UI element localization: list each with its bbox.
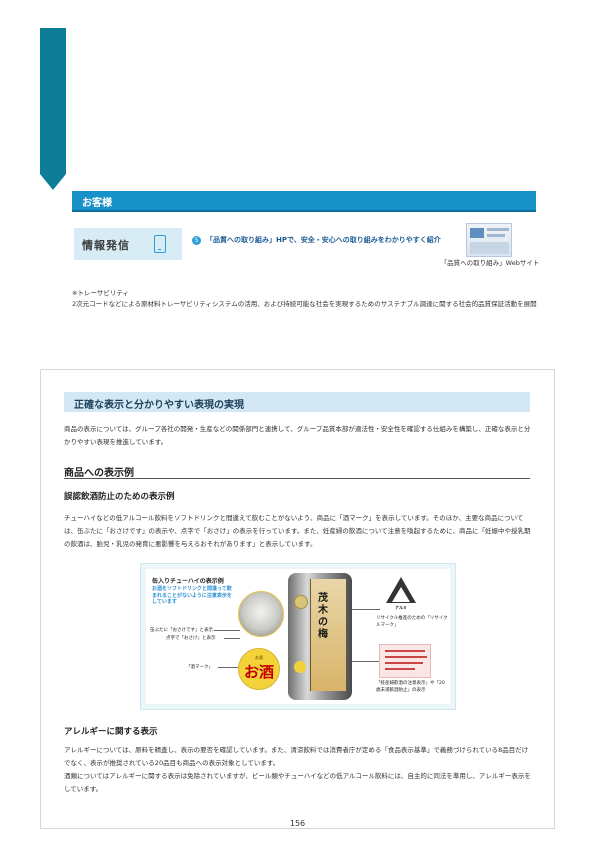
recycle-mark-label: リサイクル推進のための「リサイクルマーク」: [376, 616, 448, 628]
sake-mark-text: お酒: [243, 663, 274, 681]
smartphone-icon: [154, 235, 166, 253]
page-number: 156: [289, 819, 306, 828]
figure-blue-note: お酒をソフトドリンクと間違って飲まれることがないように注意表示をしています: [152, 586, 232, 605]
misdrink-heading: 誤認飲酒防止のための表示例: [64, 492, 175, 502]
recycle-mark-text: アルミ: [395, 605, 407, 610]
website-thumbnail-caption: 「品質への取り組み」Webサイト: [440, 259, 540, 267]
section-title: 正確な表示と分かりやすい表現の実現: [74, 400, 244, 411]
misdrink-body: チューハイなどの低アルコール飲料をソフトドリンクと間違えて飲むことがないよう、商…: [64, 514, 531, 548]
allergy-heading: アレルギーに関する表示: [64, 727, 158, 737]
chuhai-can-photo: 茂木の梅: [288, 573, 352, 700]
traceability-note-title: ※トレーサビリティ: [72, 289, 129, 297]
section-heading-bar: 正確な表示と分かりやすい表現の実現: [64, 392, 530, 412]
section-intro: 商品の表示については、グループ各社の開発・生産などの関係部門と連携して、グループ…: [64, 425, 531, 446]
traceability-note: ※トレーサビリティ 2次元コードなどによる原材料トレーサビリティシステムの活用、…: [72, 288, 542, 310]
warning-label-closeup: [379, 644, 431, 678]
can-lid-closeup: [238, 591, 284, 637]
can-brand-text: 茂木の梅: [318, 593, 328, 640]
bullet-number-badge: 5: [192, 236, 201, 245]
can-label-figure: 缶入りチューハイの表示例 お酒をソフトドリンクと間違って飲まれることがないように…: [140, 563, 456, 710]
info-description: 「品質への取り組み」HPで、安全・安心への取り組みをわかりやすく紹介: [206, 236, 441, 244]
warning-label-caption: 「妊産婦飲酒の注意表示」や「20歳未満飲酒防止」の表示: [376, 681, 445, 693]
figure-title: 缶入りチューハイの表示例: [152, 578, 224, 585]
allergy-body: アレルギーについては、原料を精査し、表示の要否を確認しています。また、清涼飲料で…: [64, 744, 532, 796]
lid-label: 缶ぶたに「おさけです」と表示: [150, 628, 213, 633]
braille-label: 点字で「おさけ」と表示: [166, 636, 216, 641]
allergy-body-2: 酒類についてはアレルギーに関する表示は免除されていますが、ビール類やチューハイな…: [64, 772, 531, 793]
labeling-examples-heading: 商品への表示例: [64, 468, 134, 479]
side-accent-arrow: [40, 174, 66, 190]
sake-mark-label: 「酒マーク」: [186, 665, 213, 670]
allergy-body-1: アレルギーについては、原料を精査し、表示の要否を確認しています。また、清涼飲料で…: [64, 746, 529, 767]
info-dissemination-box: 情報発信: [74, 228, 182, 260]
info-dissemination-label: 情報発信: [82, 239, 130, 252]
customer-header-label: お客様: [82, 198, 112, 209]
traceability-note-body: 2次元コードなどによる原材料トレーサビリティシステムの活用、および持続可能な社会…: [72, 300, 537, 308]
heading-divider: [64, 478, 530, 479]
side-accent-bar: [40, 28, 66, 174]
website-thumbnail: [466, 223, 512, 257]
customer-section-header: お客様: [72, 191, 536, 212]
sake-mark: お酒 お酒: [238, 648, 280, 690]
